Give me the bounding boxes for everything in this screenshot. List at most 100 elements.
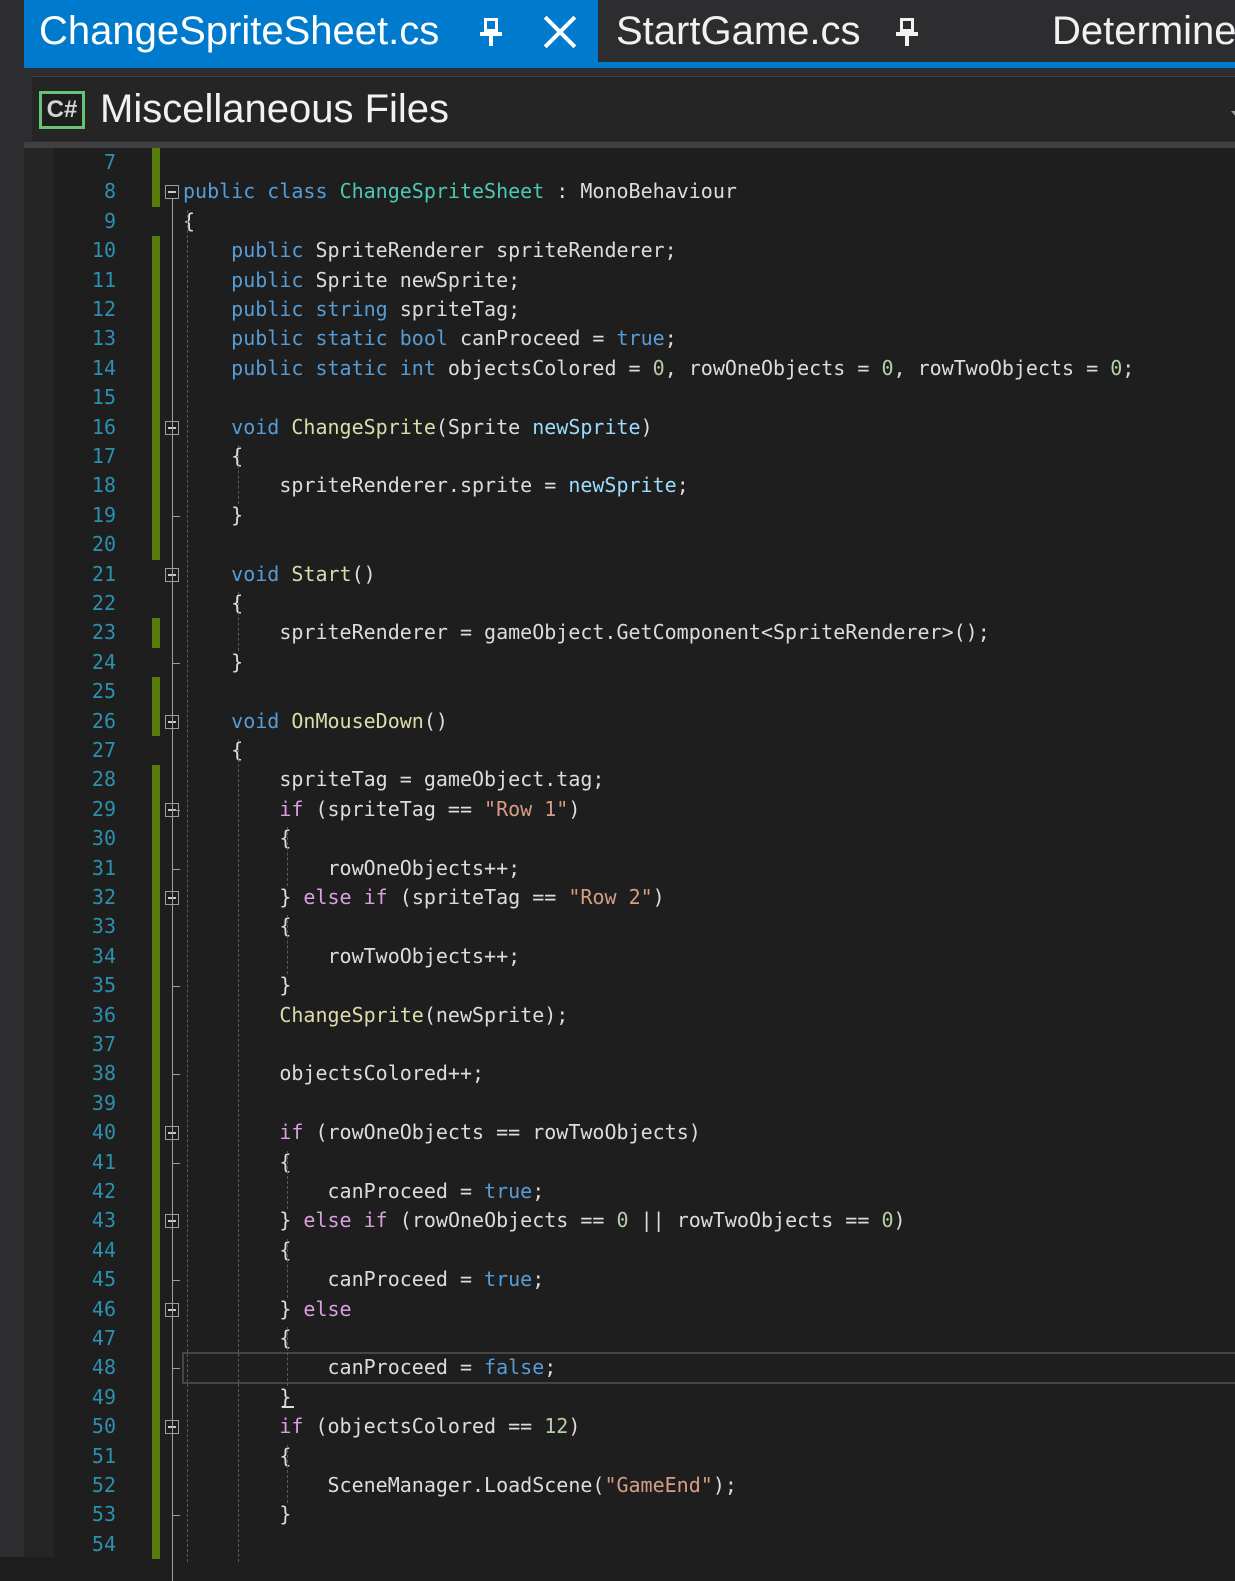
pin-icon[interactable] bbox=[480, 18, 502, 46]
code-token: : MonoBehaviour bbox=[544, 179, 737, 204]
code-text[interactable]: { bbox=[183, 589, 243, 618]
outline-end-tick bbox=[172, 1162, 180, 1164]
code-token: ) bbox=[640, 414, 653, 439]
line-number: 42 bbox=[91, 1179, 116, 1203]
close-icon[interactable] bbox=[543, 15, 577, 49]
code-text[interactable]: ChangeSprite(newSprite); bbox=[183, 1001, 568, 1030]
code-text[interactable]: SceneManager.LoadScene("GameEnd"); bbox=[183, 1471, 737, 1500]
line-number: 15 bbox=[91, 385, 116, 410]
code-token: ; bbox=[664, 326, 677, 351]
code-text[interactable]: } bbox=[183, 501, 243, 530]
code-text[interactable]: objectsColored++; bbox=[183, 1059, 484, 1088]
code-token: SceneManager.LoadScene( bbox=[183, 1473, 605, 1497]
change-marker bbox=[152, 1529, 160, 1560]
line-number: 13 bbox=[91, 326, 116, 351]
code-token: ; bbox=[532, 1267, 545, 1292]
code-line: 28 spriteTag = gameObject.tag; bbox=[24, 765, 1235, 795]
code-text[interactable]: spriteTag = gameObject.tag; bbox=[183, 765, 604, 794]
tab-changespritesheet[interactable]: ChangeSpriteSheet.cs bbox=[24, 0, 598, 62]
code-text[interactable]: public class ChangeSpriteSheet : MonoBeh… bbox=[183, 177, 737, 206]
code-editor[interactable]: 7 8 public class ChangeSpriteSheet : MonoB… bbox=[24, 148, 1235, 1581]
code-text[interactable]: public Sprite newSprite; bbox=[183, 266, 520, 295]
code-text[interactable]: { bbox=[183, 207, 195, 236]
code-line: 40 if (rowOneObjects == rowTwoObjects) bbox=[24, 1118, 1235, 1148]
code-line: 54 bbox=[24, 1529, 1235, 1560]
code-text[interactable]: if (spriteTag == "Row 1") bbox=[183, 795, 580, 824]
code-token: true bbox=[484, 1267, 533, 1292]
code-token: (rowOneObjects == rowTwoObjects) bbox=[303, 1120, 701, 1145]
left-toolwindow-strip bbox=[0, 0, 24, 1557]
code-text[interactable]: if (rowOneObjects == rowTwoObjects) bbox=[183, 1118, 701, 1147]
chevron-down-icon[interactable] bbox=[1231, 111, 1235, 119]
indent-guide bbox=[238, 739, 239, 1563]
code-text[interactable]: spriteRenderer.sprite = newSprite; bbox=[183, 471, 688, 500]
csharp-file-icon: C# bbox=[39, 91, 85, 129]
code-text[interactable]: if (objectsColored == 12) bbox=[183, 1412, 580, 1441]
code-token: Start bbox=[291, 561, 352, 586]
code-token: else bbox=[303, 885, 352, 909]
code-text[interactable]: void OnMouseDown() bbox=[183, 707, 448, 736]
code-text[interactable]: spriteRenderer = gameObject.GetComponent… bbox=[183, 618, 989, 647]
collapse-icon[interactable] bbox=[165, 185, 179, 200]
indent-guide bbox=[238, 592, 239, 651]
code-text[interactable]: void ChangeSprite(Sprite newSprite) bbox=[183, 413, 653, 442]
code-token: newSprite bbox=[532, 414, 641, 439]
tab-label: DetermineY bbox=[1052, 8, 1235, 53]
pin-icon[interactable] bbox=[896, 18, 918, 46]
line-number: 7 bbox=[103, 150, 116, 174]
code-token: newSprite bbox=[568, 473, 677, 498]
code-token: "Row 1" bbox=[484, 796, 569, 821]
code-text[interactable]: { bbox=[183, 442, 243, 471]
project-name: Miscellaneous Files bbox=[100, 87, 450, 131]
code-text[interactable]: public SpriteRenderer spriteRenderer; bbox=[183, 236, 677, 265]
code-line: 41 { bbox=[24, 1147, 1235, 1177]
code-text[interactable]: void Start() bbox=[183, 560, 376, 589]
code-line: 25 bbox=[24, 677, 1235, 707]
line-number: 37 bbox=[91, 1032, 116, 1056]
code-line: 11 public Sprite newSprite; bbox=[24, 265, 1235, 295]
code-token: public bbox=[231, 297, 304, 321]
code-token: "Row 2" bbox=[568, 885, 653, 909]
code-text[interactable]: } else bbox=[183, 1295, 351, 1324]
code-text[interactable]: rowOneObjects++; bbox=[183, 854, 520, 883]
line-number: 28 bbox=[91, 767, 116, 792]
code-token: class bbox=[267, 179, 328, 204]
change-marker bbox=[152, 500, 160, 531]
code-text[interactable]: { bbox=[183, 736, 243, 765]
change-marker bbox=[152, 265, 160, 295]
outline-end-tick bbox=[172, 868, 180, 870]
code-line: 14 public static int objectsColored = 0,… bbox=[24, 353, 1235, 384]
change-marker bbox=[152, 1147, 160, 1177]
code-token: 12 bbox=[544, 1414, 569, 1439]
code-token: ChangeSprite bbox=[279, 1002, 424, 1027]
code-text[interactable]: } bbox=[183, 648, 243, 677]
code-text[interactable]: } else if (spriteTag == "Row 2") bbox=[183, 883, 664, 912]
tab-determine[interactable]: DetermineY bbox=[1037, 0, 1235, 62]
code-text[interactable]: public string spriteTag; bbox=[183, 295, 520, 324]
code-text[interactable]: } else if (rowOneObjects == 0 || rowTwoO… bbox=[183, 1206, 905, 1235]
code-line: 35 } bbox=[24, 971, 1235, 1001]
code-token: (spriteTag == bbox=[387, 885, 569, 909]
indent-guide bbox=[287, 827, 288, 886]
code-line: 39 bbox=[24, 1088, 1235, 1119]
line-number: 39 bbox=[91, 1090, 116, 1115]
code-token: ); bbox=[712, 1473, 737, 1497]
outline-line bbox=[172, 199, 173, 1581]
change-marker bbox=[152, 794, 160, 825]
tab-label: ChangeSpriteSheet.cs bbox=[39, 8, 440, 53]
code-text[interactable]: rowTwoObjects++; bbox=[183, 942, 520, 971]
code-text[interactable]: public static int objectsColored = 0, ro… bbox=[183, 354, 1134, 383]
tab-startgame[interactable]: StartGame.cs bbox=[598, 0, 978, 62]
code-text[interactable]: public static bool canProceed = true; bbox=[183, 324, 677, 353]
line-number: 44 bbox=[91, 1237, 116, 1262]
code-token: int bbox=[399, 355, 436, 380]
change-marker bbox=[152, 236, 160, 266]
project-dropdown[interactable]: C# Miscellaneous Files bbox=[32, 76, 1235, 141]
change-marker bbox=[152, 677, 160, 707]
